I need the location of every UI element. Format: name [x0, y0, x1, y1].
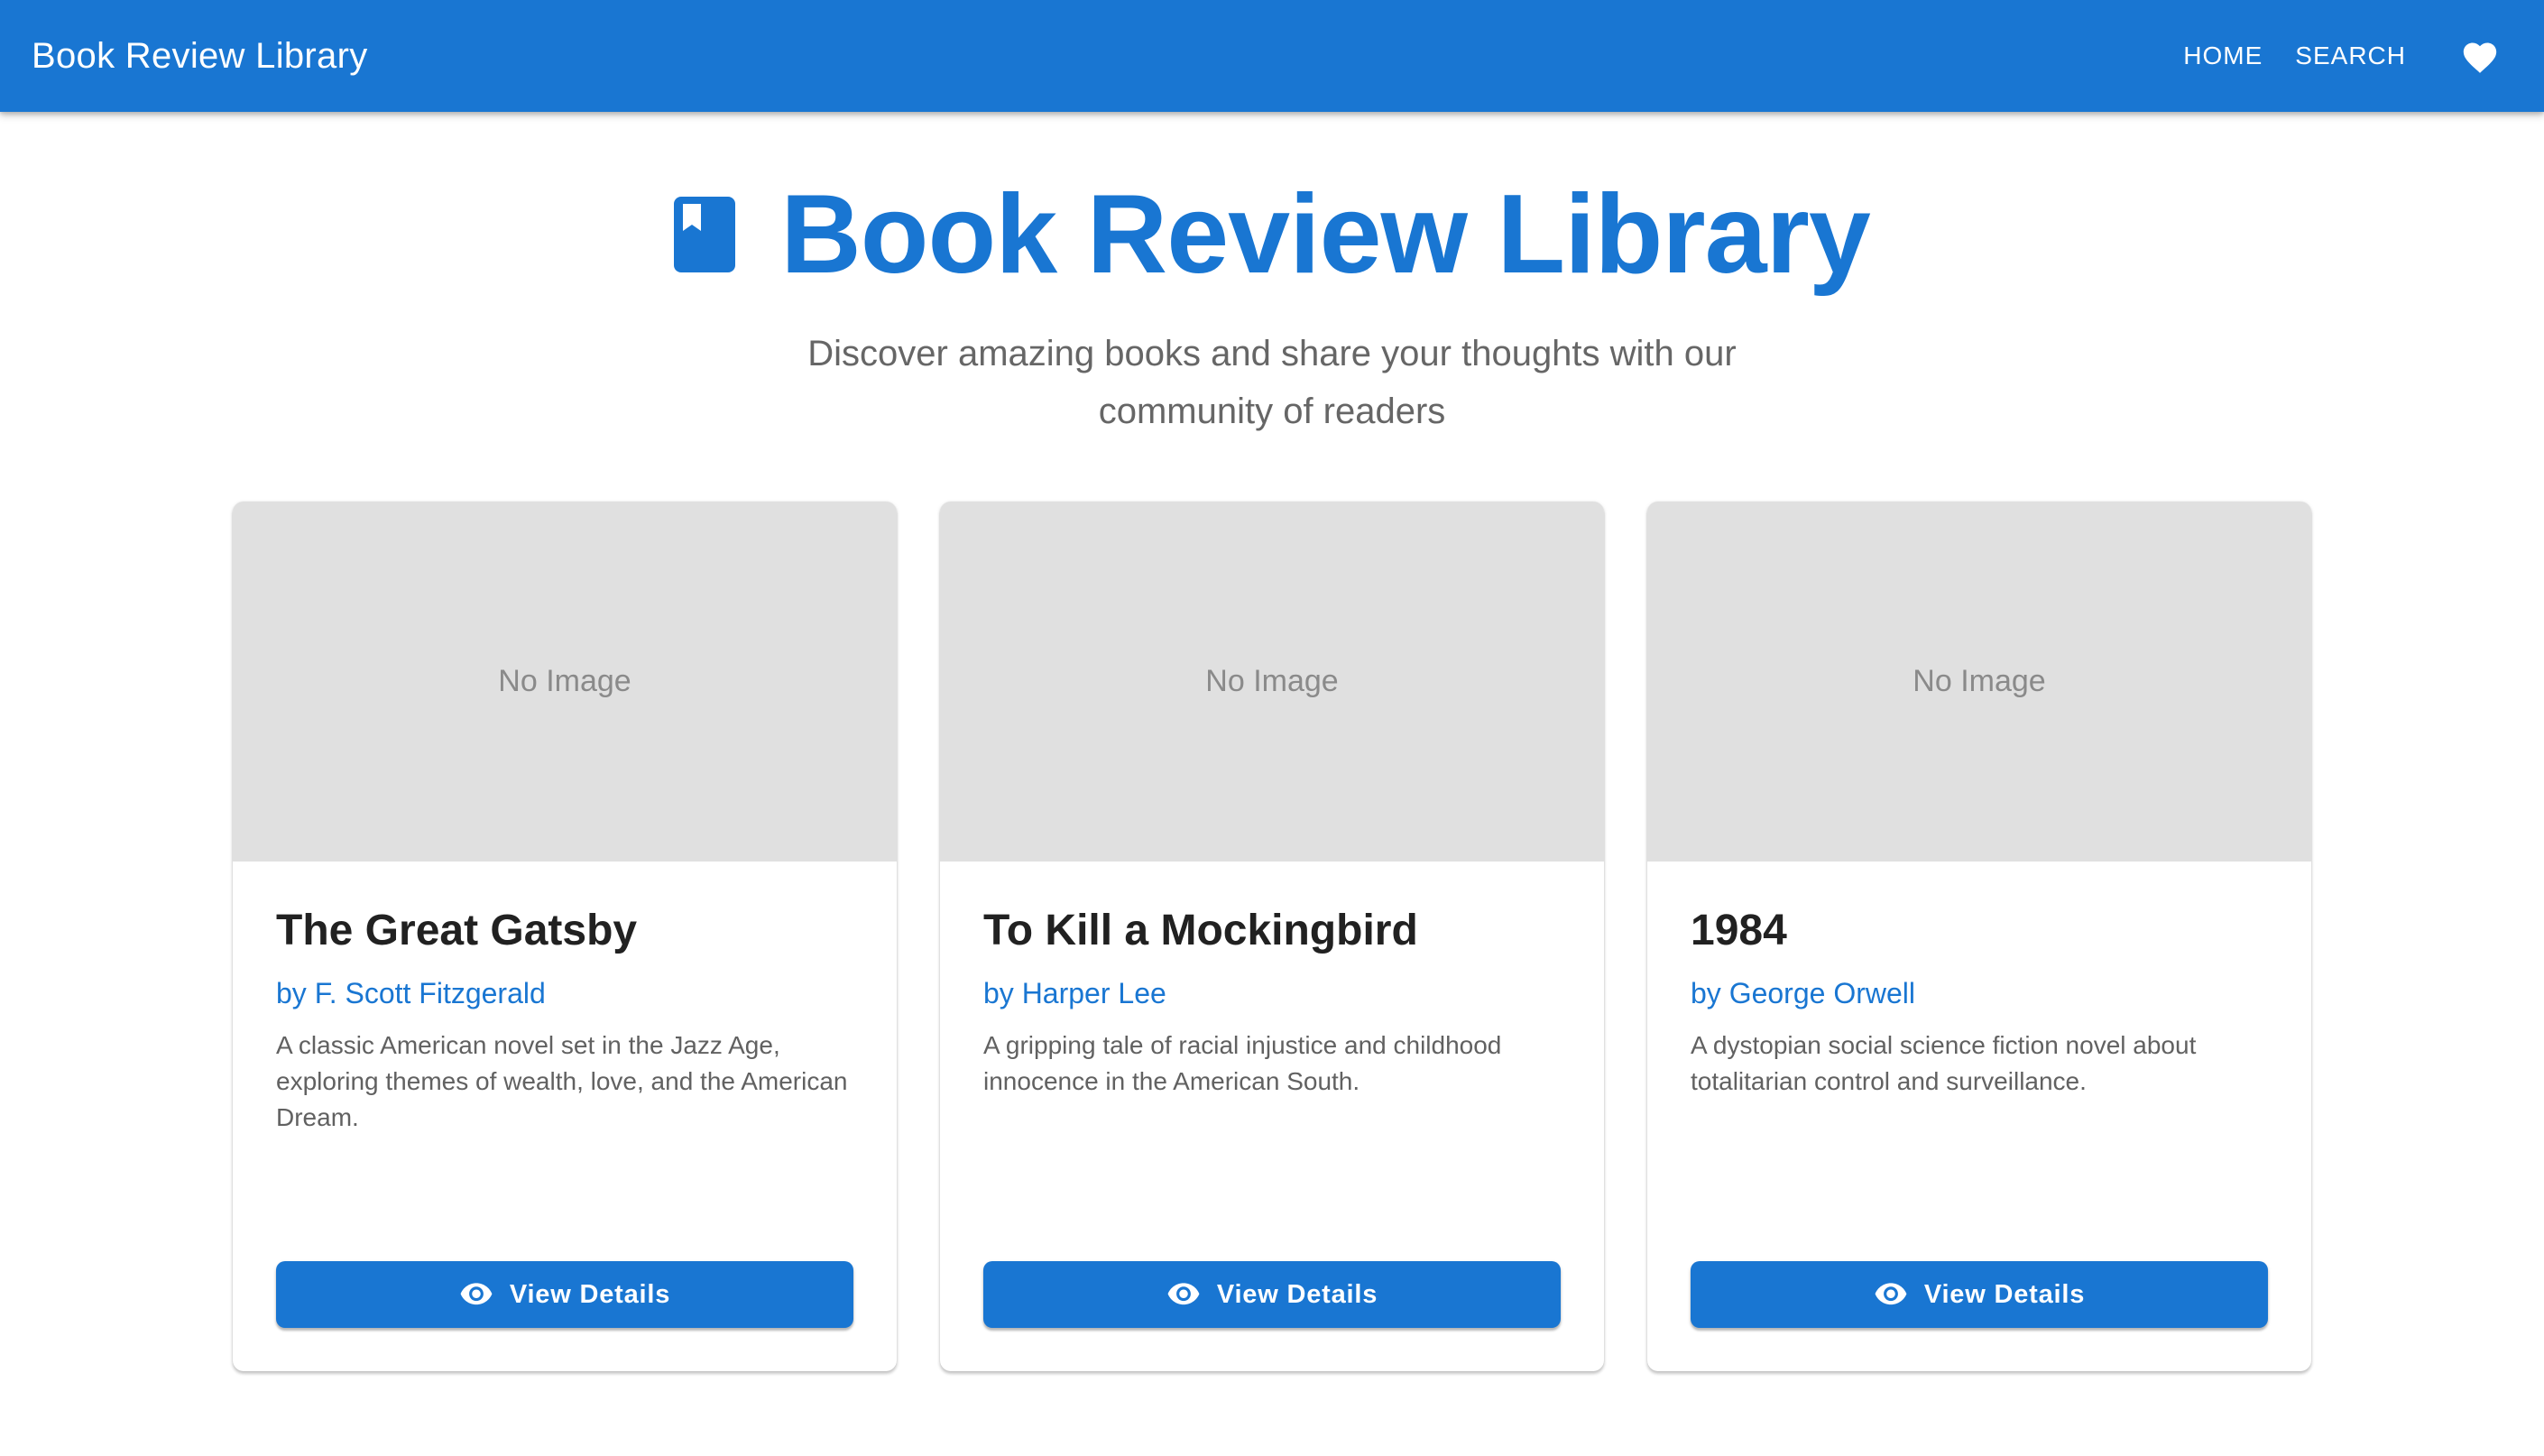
book-card: No Image The Great Gatsby by F. Scott Fi…: [233, 502, 897, 1371]
book-card-content: To Kill a Mockingbird by Harper Lee A gr…: [940, 862, 1604, 1261]
book-author: by Harper Lee: [983, 977, 1166, 1009]
book-card-actions: View Details: [940, 1261, 1604, 1371]
book-card-content: The Great Gatsby by F. Scott Fitzgerald …: [233, 862, 897, 1261]
book-author: by George Orwell: [1691, 977, 1915, 1009]
view-details-button[interactable]: View Details: [983, 1261, 1561, 1328]
book-card-actions: View Details: [1647, 1261, 2311, 1371]
hero-title-row: Book Review Library: [0, 171, 2544, 298]
eye-icon: [1167, 1283, 1200, 1305]
view-details-button[interactable]: View Details: [1691, 1261, 2268, 1328]
app-bar: Book Review Library HOME SEARCH: [0, 0, 2544, 112]
book-icon: [674, 197, 736, 272]
eye-icon: [460, 1283, 493, 1305]
favorites-button[interactable]: [2447, 23, 2512, 88]
page-subtitle: Discover amazing books and share your th…: [807, 334, 1737, 431]
book-author: by F. Scott Fitzgerald: [276, 977, 546, 1009]
book-card: No Image To Kill a Mockingbird by Harper…: [940, 502, 1604, 1371]
app-title[interactable]: Book Review Library: [32, 36, 368, 77]
book-description: A classic American novel set in the Jazz…: [276, 1031, 848, 1131]
nav-home-link[interactable]: HOME: [2167, 31, 2279, 81]
book-cover-placeholder: No Image: [233, 502, 897, 862]
book-card: No Image 1984 by George Orwell A dystopi…: [1647, 502, 2311, 1371]
book-title: 1984: [1691, 907, 1787, 954]
page-title: Book Review Library: [780, 172, 1871, 297]
book-cover-placeholder: No Image: [940, 502, 1604, 862]
hero-section: Book Review Library Discover amazing boo…: [0, 171, 2544, 440]
book-grid: No Image The Great Gatsby by F. Scott Fi…: [233, 502, 2311, 1371]
view-details-label: View Details: [509, 1279, 671, 1309]
book-cover-placeholder: No Image: [1647, 502, 2311, 862]
book-card-actions: View Details: [233, 1261, 897, 1371]
book-description: A dystopian social science fiction novel…: [1691, 1031, 2197, 1095]
view-details-label: View Details: [1216, 1279, 1378, 1309]
book-description: A gripping tale of racial injustice and …: [983, 1031, 1502, 1095]
view-details-label: View Details: [1923, 1279, 2086, 1309]
eye-icon: [1875, 1283, 1907, 1305]
book-title: To Kill a Mockingbird: [983, 907, 1418, 954]
view-details-button[interactable]: View Details: [276, 1261, 853, 1328]
heart-icon: [2463, 42, 2497, 73]
book-title: The Great Gatsby: [276, 907, 638, 954]
book-card-content: 1984 by George Orwell A dystopian social…: [1647, 862, 2311, 1261]
nav-search-link[interactable]: SEARCH: [2279, 31, 2422, 81]
